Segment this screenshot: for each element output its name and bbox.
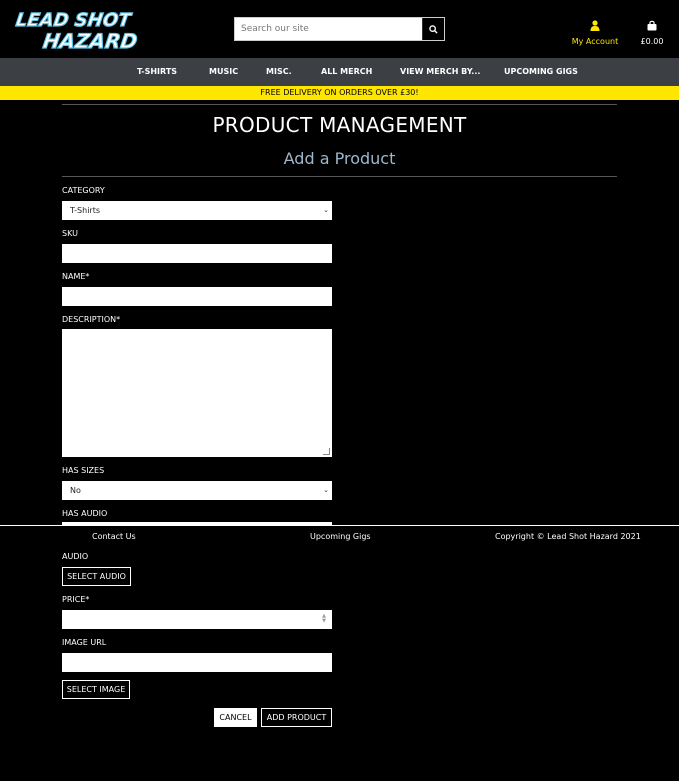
- has-audio-label: HAS AUDIO: [62, 509, 108, 518]
- search-input[interactable]: [235, 18, 423, 40]
- add-product-button[interactable]: ADD PRODUCT: [261, 708, 332, 727]
- page-subtitle: Add a Product: [283, 149, 396, 168]
- user-icon: [590, 20, 600, 31]
- sku-input[interactable]: [62, 244, 332, 263]
- resize-handle-icon[interactable]: [323, 448, 330, 455]
- category-value: T-Shirts: [70, 206, 101, 215]
- top-bar: LEAD SHOT HAZARD My Account £0.00: [0, 0, 679, 58]
- cancel-button[interactable]: CANCEL: [214, 708, 257, 727]
- footer-gigs-link[interactable]: Upcoming Gigs: [310, 532, 371, 541]
- search-button[interactable]: [422, 18, 444, 40]
- logo-line1: LEAD SHOT: [14, 10, 133, 31]
- divider: [62, 176, 617, 177]
- nav-item-view-merch-by[interactable]: VIEW MERCH BY...: [400, 58, 480, 86]
- nav-item-all-merch[interactable]: ALL MERCH: [321, 58, 372, 86]
- has-sizes-select[interactable]: No ⌄: [62, 481, 332, 500]
- price-input[interactable]: ▲ ▼: [62, 610, 332, 629]
- footer-copyright: Copyright © Lead Shot Hazard 2021: [495, 532, 641, 541]
- select-image-button[interactable]: SELECT IMAGE: [62, 680, 130, 699]
- category-label: CATEGORY: [62, 186, 105, 195]
- divider: [62, 104, 617, 105]
- description-label: DESCRIPTION*: [62, 315, 121, 324]
- my-account-label: My Account: [571, 37, 619, 46]
- chevron-down-icon: ⌄: [323, 486, 329, 494]
- chevron-down-icon: ⌄: [323, 206, 329, 214]
- price-label: PRICE*: [62, 595, 90, 604]
- my-account-link[interactable]: My Account: [566, 16, 624, 46]
- audio-label: AUDIO: [62, 552, 89, 561]
- main-nav: T-SHIRTS MUSIC MISC. ALL MERCH VIEW MERC…: [0, 58, 679, 86]
- delivery-banner: FREE DELIVERY ON ORDERS OVER £30!: [0, 86, 679, 100]
- site-logo[interactable]: LEAD SHOT HAZARD: [14, 6, 148, 54]
- has-sizes-value: No: [70, 486, 81, 495]
- image-url-label: IMAGE URL: [62, 638, 107, 647]
- logo-line2: HAZARD: [41, 29, 138, 53]
- name-label: NAME*: [62, 272, 90, 281]
- page-title: PRODUCT MANAGEMENT: [212, 113, 467, 137]
- name-input[interactable]: [62, 287, 332, 306]
- description-textarea[interactable]: [62, 329, 332, 457]
- category-select[interactable]: T-Shirts ⌄: [62, 201, 332, 220]
- nav-item-upcoming-gigs[interactable]: UPCOMING GIGS: [504, 58, 578, 86]
- footer-contact-link[interactable]: Contact Us: [92, 532, 136, 541]
- nav-item-music[interactable]: MUSIC: [209, 58, 238, 86]
- number-spinner-icon[interactable]: ▲ ▼: [322, 614, 326, 624]
- nav-item-misc[interactable]: MISC.: [266, 58, 292, 86]
- shopping-bag-link[interactable]: £0.00: [636, 16, 668, 46]
- select-audio-button[interactable]: SELECT AUDIO: [62, 567, 131, 586]
- search-icon: [429, 24, 438, 34]
- has-sizes-label: HAS SIZES: [62, 466, 105, 475]
- search-bar: [234, 17, 445, 41]
- logo-graphic: LEAD SHOT HAZARD: [14, 9, 139, 53]
- sku-label: SKU: [62, 229, 78, 238]
- shopping-bag-icon: [647, 20, 657, 31]
- footer: Contact Us Upcoming Gigs Copyright © Lea…: [0, 525, 679, 547]
- image-url-input[interactable]: [62, 653, 332, 672]
- bag-total: £0.00: [640, 37, 664, 46]
- nav-item-t-shirts[interactable]: T-SHIRTS: [137, 58, 177, 86]
